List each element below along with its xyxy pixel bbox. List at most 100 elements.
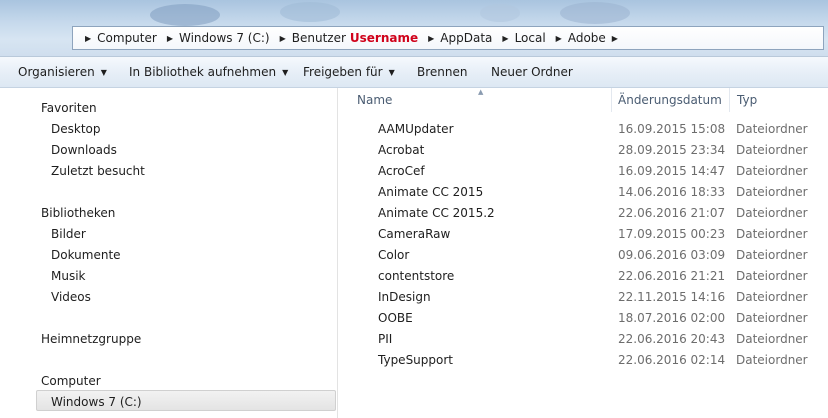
file-name: Animate CC 2015 bbox=[378, 185, 484, 199]
column-divider[interactable] bbox=[611, 88, 612, 112]
include-in-library-label: In Bibliothek aufnehmen bbox=[129, 65, 277, 79]
file-name: Color bbox=[378, 248, 410, 262]
column-divider[interactable] bbox=[729, 88, 730, 112]
breadcrumb-adobe[interactable]: ▶ Adobe ▶ bbox=[550, 31, 624, 45]
chevron-right-icon[interactable]: ▶ bbox=[612, 34, 618, 43]
breadcrumb-label[interactable]: Username bbox=[350, 31, 418, 45]
file-type: Dateiordner bbox=[736, 311, 808, 325]
nav-homegroup[interactable]: Heimnetzgruppe bbox=[41, 332, 141, 346]
file-modified-date: 18.07.2016 02:00 bbox=[618, 311, 726, 325]
file-type: Dateiordner bbox=[736, 206, 808, 220]
aero-glass-decoration bbox=[560, 2, 630, 24]
nav-item-drive-c[interactable]: Windows 7 (C:) bbox=[51, 395, 142, 409]
breadcrumb-username[interactable]: Username bbox=[350, 31, 418, 45]
file-modified-date: 09.06.2016 03:09 bbox=[618, 248, 726, 262]
table-row[interactable]: PII 22.06.2016 20:43 Dateiordner bbox=[338, 329, 828, 350]
file-type: Dateiordner bbox=[736, 122, 808, 136]
burn-button[interactable]: Brennen bbox=[417, 65, 467, 79]
file-type: Dateiordner bbox=[736, 227, 808, 241]
file-modified-date: 28.09.2015 23:34 bbox=[618, 143, 726, 157]
table-row[interactable]: TypeSupport 22.06.2016 02:14 Dateiordner bbox=[338, 350, 828, 371]
chevron-right-icon[interactable]: ▶ bbox=[85, 34, 91, 43]
dropdown-caret-icon: ▼ bbox=[282, 68, 289, 77]
file-type: Dateiordner bbox=[736, 143, 808, 157]
column-header-type[interactable]: Typ bbox=[737, 93, 757, 107]
table-row[interactable]: AAMUpdater 16.09.2015 15:08 Dateiordner bbox=[338, 119, 828, 140]
organize-button[interactable]: Organisieren ▼ bbox=[18, 65, 107, 79]
file-name: AcroCef bbox=[378, 164, 425, 178]
table-row[interactable]: AcroCef 16.09.2015 14:47 Dateiordner bbox=[338, 161, 828, 182]
new-folder-label: Neuer Ordner bbox=[491, 65, 573, 79]
column-header-name[interactable]: Name bbox=[357, 93, 392, 107]
table-row[interactable]: Color 09.06.2016 03:09 Dateiordner bbox=[338, 245, 828, 266]
file-name: Acrobat bbox=[378, 143, 425, 157]
file-name: Animate CC 2015.2 bbox=[378, 206, 495, 220]
address-bar[interactable]: ▶ Computer ▶ Windows 7 (C:) ▶ Benutzer U… bbox=[72, 26, 824, 50]
breadcrumb-appdata[interactable]: ▶ AppData bbox=[422, 31, 492, 45]
file-modified-date: 16.09.2015 14:47 bbox=[618, 164, 726, 178]
nav-libraries-header[interactable]: Bibliotheken bbox=[41, 206, 115, 220]
chevron-right-icon[interactable]: ▶ bbox=[428, 34, 434, 43]
aero-glass-decoration bbox=[280, 2, 340, 22]
nav-item-videos[interactable]: Videos bbox=[51, 290, 91, 304]
column-header-date[interactable]: Änderungsdatum bbox=[618, 93, 722, 107]
file-type: Dateiordner bbox=[736, 290, 808, 304]
file-name: PII bbox=[378, 332, 393, 346]
breadcrumb-label[interactable]: Local bbox=[515, 31, 546, 45]
file-modified-date: 16.09.2015 15:08 bbox=[618, 122, 726, 136]
table-row[interactable]: CameraRaw 17.09.2015 00:23 Dateiordner bbox=[338, 224, 828, 245]
chevron-right-icon[interactable]: ▶ bbox=[556, 34, 562, 43]
breadcrumb-users[interactable]: ▶ Benutzer bbox=[274, 31, 346, 45]
breadcrumb-label[interactable]: Adobe bbox=[568, 31, 606, 45]
share-with-button[interactable]: Freigeben für ▼ bbox=[303, 65, 395, 79]
organize-label: Organisieren bbox=[18, 65, 95, 79]
table-row[interactable]: Acrobat 28.09.2015 23:34 Dateiordner bbox=[338, 140, 828, 161]
dropdown-caret-icon: ▼ bbox=[100, 68, 107, 77]
breadcrumb-drive[interactable]: ▶ Windows 7 (C:) bbox=[161, 31, 270, 45]
chevron-right-icon[interactable]: ▶ bbox=[502, 34, 508, 43]
chevron-right-icon[interactable]: ▶ bbox=[167, 34, 173, 43]
file-modified-date: 22.11.2015 14:16 bbox=[618, 290, 726, 304]
nav-computer-header[interactable]: Computer bbox=[41, 374, 101, 388]
file-type: Dateiordner bbox=[736, 185, 808, 199]
breadcrumb-local[interactable]: ▶ Local bbox=[496, 31, 545, 45]
share-with-label: Freigeben für bbox=[303, 65, 383, 79]
breadcrumb-label[interactable]: Benutzer bbox=[292, 31, 346, 45]
file-type: Dateiordner bbox=[736, 248, 808, 262]
nav-item-downloads[interactable]: Downloads bbox=[51, 143, 117, 157]
nav-item-recent-places[interactable]: Zuletzt besucht bbox=[51, 164, 145, 178]
table-row[interactable]: Animate CC 2015 14.06.2016 18:33 Dateiordn… bbox=[338, 182, 828, 203]
aero-glass-decoration bbox=[480, 4, 520, 22]
table-row[interactable]: OOBE 18.07.2016 02:00 Dateiordner bbox=[338, 308, 828, 329]
file-list: ▲ Name Änderungsdatum Typ AAMUpdater 16.0… bbox=[338, 88, 828, 418]
aero-glass-decoration bbox=[150, 4, 220, 26]
file-name: AAMUpdater bbox=[378, 122, 454, 136]
nav-item-pictures[interactable]: Bilder bbox=[51, 227, 86, 241]
file-name: InDesign bbox=[378, 290, 431, 304]
file-modified-date: 14.06.2016 18:33 bbox=[618, 185, 726, 199]
nav-item-documents[interactable]: Dokumente bbox=[51, 248, 121, 262]
breadcrumb-computer[interactable]: ▶ Computer bbox=[79, 31, 157, 45]
file-type: Dateiordner bbox=[736, 332, 808, 346]
sort-ascending-icon: ▲ bbox=[478, 88, 484, 96]
file-modified-date: 22.06.2016 21:21 bbox=[618, 269, 726, 283]
nav-item-desktop[interactable]: Desktop bbox=[51, 122, 101, 136]
table-row[interactable]: InDesign 22.11.2015 14:16 Dateiordner bbox=[338, 287, 828, 308]
file-modified-date: 17.09.2015 00:23 bbox=[618, 227, 726, 241]
new-folder-button[interactable]: Neuer Ordner bbox=[491, 65, 573, 79]
breadcrumb-label[interactable]: AppData bbox=[440, 31, 492, 45]
file-modified-date: 22.06.2016 20:43 bbox=[618, 332, 726, 346]
include-in-library-button[interactable]: In Bibliothek aufnehmen ▼ bbox=[129, 65, 288, 79]
breadcrumb-label[interactable]: Computer bbox=[97, 31, 157, 45]
file-name: TypeSupport bbox=[378, 353, 453, 367]
nav-favorites-header[interactable]: Favoriten bbox=[41, 101, 97, 115]
nav-item-music[interactable]: Musik bbox=[51, 269, 86, 283]
file-modified-date: 22.06.2016 02:14 bbox=[618, 353, 726, 367]
dropdown-caret-icon: ▼ bbox=[388, 68, 395, 77]
table-row[interactable]: contentstore 22.06.2016 21:21 Dateiordner bbox=[338, 266, 828, 287]
file-type: Dateiordner bbox=[736, 353, 808, 367]
burn-label: Brennen bbox=[417, 65, 468, 79]
table-row[interactable]: Animate CC 2015.2 22.06.2016 21:07 Dateior… bbox=[338, 203, 828, 224]
breadcrumb-label[interactable]: Windows 7 (C:) bbox=[179, 31, 270, 45]
chevron-right-icon[interactable]: ▶ bbox=[280, 34, 286, 43]
